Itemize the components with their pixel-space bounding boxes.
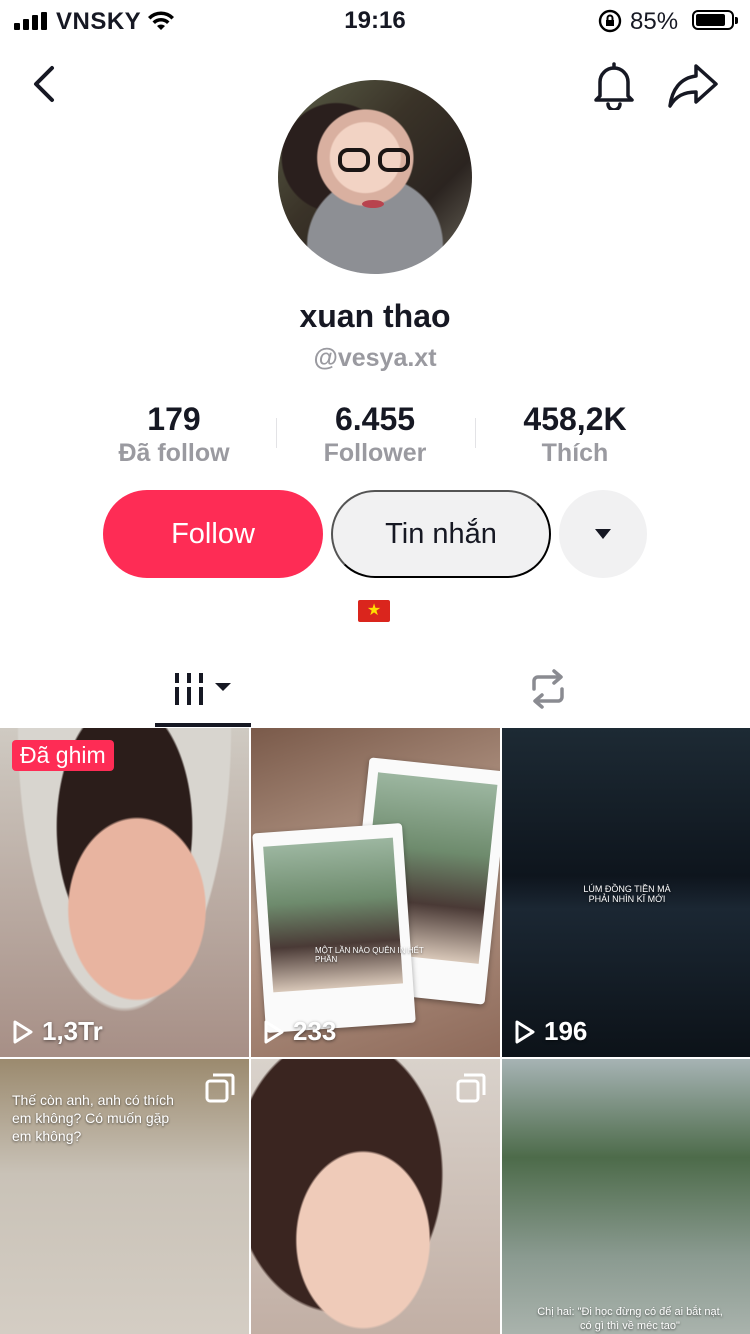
view-count-text: 233 [293,1016,337,1046]
bell-icon[interactable] [590,58,638,110]
display-name: xuan thao [299,298,451,334]
repost-icon [532,669,564,709]
battery-fill [696,14,725,26]
vietnam-flag-icon: ★ [358,600,390,622]
following-count: 179 [147,401,201,437]
followers-label: Follower [323,439,427,467]
video-caption-overlay: Thế còn anh, anh có thích em không? Có m… [12,1092,174,1144]
grid-videos-icon [171,673,231,705]
share-arrow-icon[interactable] [666,60,720,110]
play-icon [515,1020,535,1043]
tab-reposts[interactable] [500,650,596,728]
view-count-text: 196 [544,1016,588,1046]
likes-stat[interactable]: 458,2K Thích [475,400,675,468]
video-thumbnail[interactable]: Đã ghim 1,3Tr [0,728,249,1057]
video-grid: Đã ghim 1,3Tr MỘT LẦN NÀO QUÊN IN HẾT PH… [0,728,750,1334]
view-count-text: 1,3Tr [42,1016,103,1046]
view-count: 1,3Tr [12,1016,103,1047]
video-thumbnail[interactable]: MỘT LẦN NÀO QUÊN IN HẾT PHẦN 233 [251,728,500,1057]
video-thumbnail[interactable]: Thế còn anh, anh có thích em không? Có m… [0,1059,249,1334]
video-thumbnail[interactable] [251,1059,500,1334]
likes-label: Thích [541,439,609,467]
play-icon [264,1020,284,1043]
video-caption-overlay: Chị hai: "Đi học đừng có để ai bắt nạt, … [537,1306,723,1332]
profile-avatar[interactable] [278,80,472,274]
followers-count: 6.455 [334,401,416,437]
avatar-glasses [338,148,414,174]
status-bar: VNSKY 19:16 85% [0,0,750,44]
username: @vesya.xt [313,344,437,372]
caret-down-icon [595,529,611,539]
play-icon [13,1020,33,1043]
followers-stat[interactable]: 6.455 Follower [275,400,475,468]
battery-icon [692,10,738,30]
video-thumbnail[interactable]: LÚM ĐỒNG TIỀN MÀ PHẢI NHÌN KĨ MỚI 196 [502,728,750,1057]
view-count: 233 [263,1016,336,1047]
photo-carousel-icon [205,1073,235,1103]
follow-button[interactable]: Follow [103,490,323,578]
view-count: 196 [514,1016,587,1047]
more-options-button[interactable] [559,490,647,578]
tab-videos[interactable] [155,650,251,728]
back-chevron-icon[interactable] [26,62,62,106]
video-caption-overlay: MỘT LẦN NÀO QUÊN IN HẾT PHẦN [315,946,424,964]
message-button[interactable]: Tin nhắn [331,490,551,578]
video-caption-overlay: LÚM ĐỒNG TIỀN MÀ PHẢI NHÌN KĨ MỚI [583,884,671,904]
video-thumbnail[interactable]: Chị hai: "Đi học đừng có để ai bắt nạt, … [502,1059,750,1334]
rotation-lock-icon [598,9,622,33]
battery-percentage: 85% [630,8,679,35]
pinned-badge: Đã ghim [12,740,114,771]
photo-carousel-icon [456,1073,486,1103]
following-stat[interactable]: 179 Đã follow [74,400,274,468]
following-label: Đã follow [118,439,230,467]
likes-count: 458,2K [523,401,627,437]
tab-active-indicator [155,723,251,727]
